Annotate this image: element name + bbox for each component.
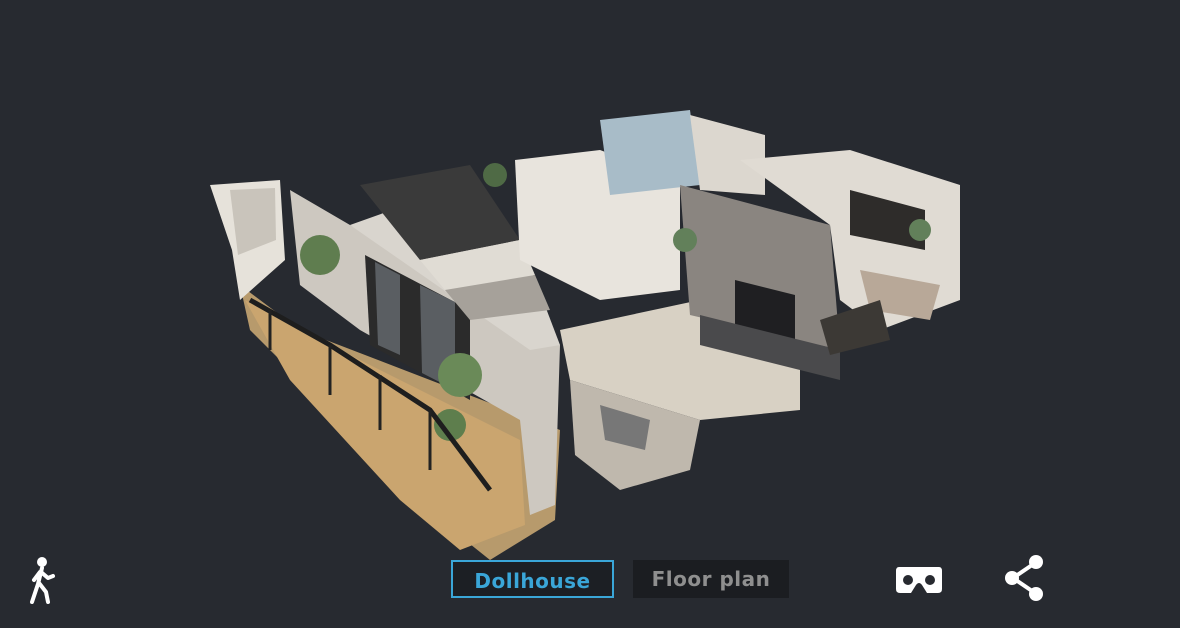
view-mode-tabs: Dollhouse Floor plan xyxy=(451,560,791,600)
vr-button[interactable] xyxy=(893,560,945,600)
3d-viewer[interactable] xyxy=(0,0,1180,628)
tab-floor-plan[interactable]: Floor plan xyxy=(633,560,789,598)
share-button[interactable] xyxy=(998,552,1050,604)
dollhouse-3d-model[interactable] xyxy=(0,0,1180,628)
model-plant xyxy=(300,235,340,275)
walk-mode-button[interactable] xyxy=(22,554,62,606)
tab-dollhouse[interactable]: Dollhouse xyxy=(451,560,614,598)
person-walking-icon xyxy=(30,557,55,604)
bottom-toolbar: Dollhouse Floor plan xyxy=(0,540,1180,628)
vr-headset-icon xyxy=(896,567,942,593)
share-icon xyxy=(1005,555,1043,601)
